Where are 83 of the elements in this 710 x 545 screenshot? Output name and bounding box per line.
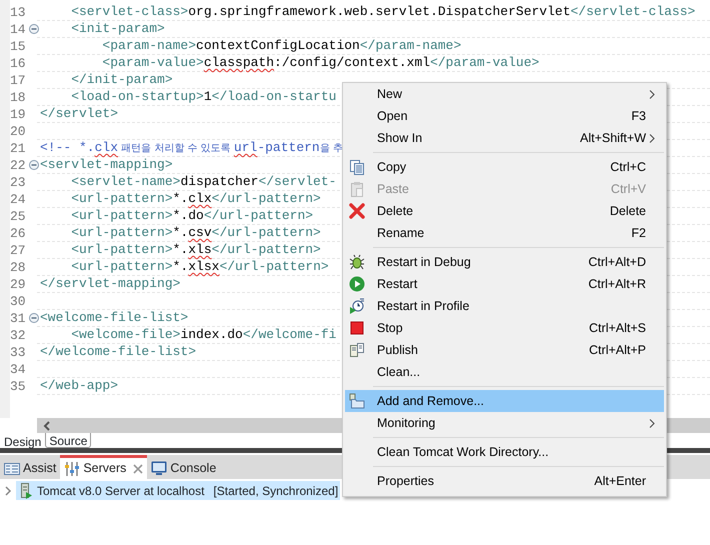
line-number: 16 xyxy=(10,54,26,73)
copy-icon xyxy=(349,159,365,175)
menu-item[interactable]: Clean Tomcat Work Directory... xyxy=(345,441,664,463)
line-number: 23 xyxy=(10,174,26,192)
editor-tab[interactable]: Source xyxy=(45,433,92,448)
line-number: 28 xyxy=(10,258,26,277)
menu-item[interactable]: Publish Ctrl+Alt+P xyxy=(345,339,664,361)
line-number: 35 xyxy=(10,378,26,396)
menu-item[interactable]: Delete Delete xyxy=(345,200,664,222)
close-icon[interactable] xyxy=(133,464,144,474)
menu-item[interactable]: Clean... xyxy=(345,361,664,383)
line-number: 29 xyxy=(10,276,26,294)
line-number: 25 xyxy=(10,208,26,226)
server-icon xyxy=(20,482,32,498)
code-line: <param-name>contextConfigLocation</param-name> xyxy=(101,38,462,53)
line-number: 18 xyxy=(10,88,26,107)
code-line: <servlet-class>org.springframework.web.servlet.DispatcherServlet</servlet-class> xyxy=(70,4,696,19)
code-line: <init-param> xyxy=(70,21,165,36)
code-line: <!-- *.clx 패턴을 처리할 수 있도록 url-pattern을 추 xyxy=(40,140,343,155)
menu-item[interactable]: Add and Remove... xyxy=(345,390,664,412)
line-number: 14 xyxy=(10,20,26,39)
line-number: 17 xyxy=(10,72,26,90)
menu-item[interactable]: Rename F2 xyxy=(345,222,664,244)
code-line: <url-pattern>*.xls</url-pattern> xyxy=(70,242,321,257)
code-line: </servlet> xyxy=(40,106,118,121)
sliders-icon xyxy=(64,460,80,476)
line-number: 33 xyxy=(10,344,26,362)
code-line: <url-pattern>*.do</url-pattern> xyxy=(70,208,314,223)
view-tab[interactable]: Servers xyxy=(60,455,148,479)
code-line: <welcome-file>index.do</welcome-fi xyxy=(70,327,336,342)
menu-item[interactable]: Properties Alt+Enter xyxy=(345,470,664,492)
code-line: <welcome-file-list> xyxy=(40,310,188,325)
line-number: 22 xyxy=(10,156,26,175)
line-number: 19 xyxy=(10,106,26,124)
line-number: 24 xyxy=(10,190,26,209)
folder-icon xyxy=(349,393,365,409)
code-line: <servlet-name>dispatcher</servlet- xyxy=(70,174,336,189)
server-item[interactable]: Tomcat v8.0 Server at localhost [Started, Synchronized] xyxy=(16,481,340,500)
menu-item[interactable]: Restart Ctrl+Alt+R xyxy=(345,273,664,295)
code-line: </init-param> xyxy=(70,72,173,87)
line-number: 31 xyxy=(10,310,26,328)
line-number: 32 xyxy=(10,326,26,345)
collapse-icon[interactable] xyxy=(29,160,39,170)
line-number: 21 xyxy=(10,140,26,158)
code-line: </web-app> xyxy=(40,378,118,393)
line-number: 27 xyxy=(10,242,26,260)
stopwatch-icon xyxy=(349,298,365,314)
line-number: 15 xyxy=(10,38,26,56)
play-icon xyxy=(349,276,365,292)
stop-icon xyxy=(349,320,365,336)
code-line: <servlet-mapping> xyxy=(40,157,173,172)
menu-item[interactable]: Show In Alt+Shift+W xyxy=(345,127,664,149)
menu-item[interactable]: Restart in Profile xyxy=(345,295,664,317)
line-number: 26 xyxy=(10,224,26,243)
code-line: <param-value>classpath:/config/context.xml</param-value> xyxy=(101,55,540,70)
publish-icon xyxy=(349,342,365,358)
menu-item[interactable]: Monitoring xyxy=(345,412,664,434)
code-line: <url-pattern>*.clx</url-pattern> xyxy=(70,191,321,206)
code-line: <load-on-startup>1</load-on-startu xyxy=(70,89,336,104)
code-line: <url-pattern>*.csv</url-pattern> xyxy=(70,225,321,240)
collapse-icon[interactable] xyxy=(29,24,39,34)
monitor-icon xyxy=(151,461,168,476)
clipboard-icon xyxy=(349,181,365,197)
line-number: 20 xyxy=(10,122,26,141)
menu-item[interactable]: Stop Ctrl+Alt+S xyxy=(345,317,664,339)
menu-item[interactable]: Open F3 xyxy=(345,105,664,127)
view-tab[interactable]: Console xyxy=(147,455,220,479)
line-number: 13 xyxy=(10,4,26,22)
expand-icon[interactable] xyxy=(4,486,12,496)
view-tab[interactable]: Assist xyxy=(0,455,60,479)
line-number: 30 xyxy=(10,292,26,311)
code-line: </servlet-mapping> xyxy=(40,276,180,291)
list-icon xyxy=(4,462,20,476)
code-line: <url-pattern>*.xlsx</url-pattern> xyxy=(70,259,329,274)
menu-item[interactable]: Restart in Debug Ctrl+Alt+D xyxy=(345,251,664,273)
menu-item[interactable]: Copy Ctrl+C xyxy=(345,156,664,178)
scroll-left-icon[interactable] xyxy=(43,420,51,430)
menu-item[interactable]: New xyxy=(345,83,664,105)
code-line: </welcome-file-list> xyxy=(40,344,196,359)
collapse-icon[interactable] xyxy=(29,313,39,323)
line-number: 34 xyxy=(10,360,26,379)
delete-icon xyxy=(349,203,365,219)
bug-icon xyxy=(349,254,365,270)
